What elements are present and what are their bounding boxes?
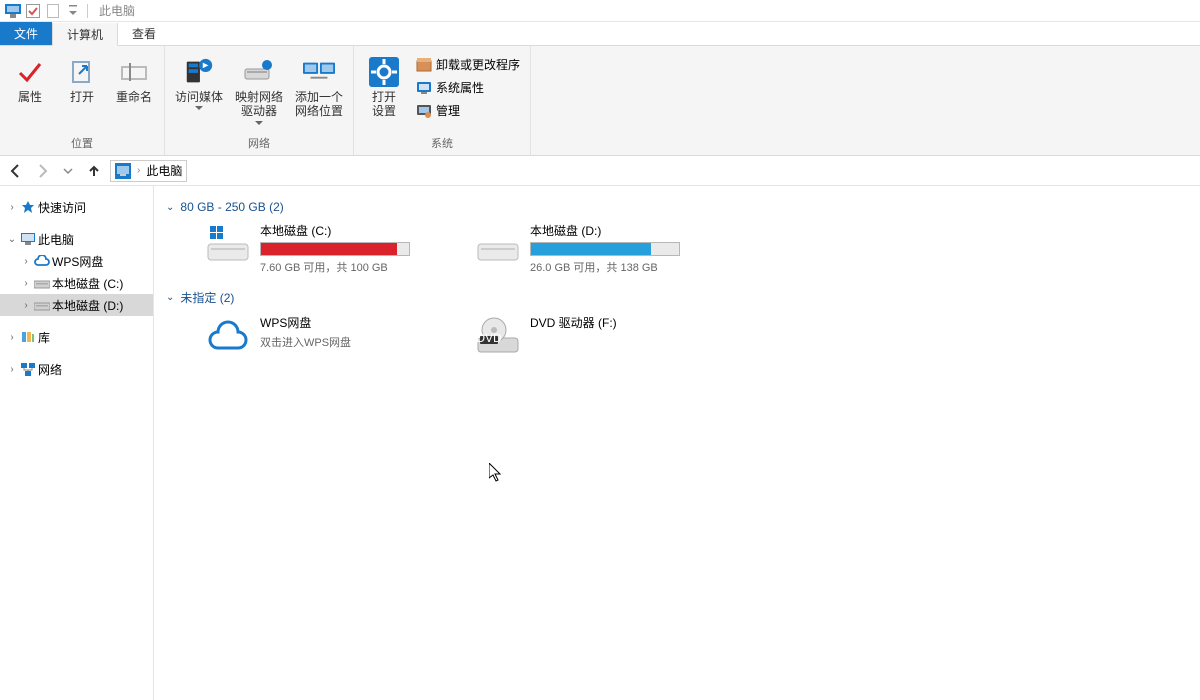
map-drive-button[interactable]: 映射网络 驱动器 bbox=[231, 52, 287, 129]
drive-free-space: 7.60 GB 可用，共 100 GB bbox=[260, 259, 456, 275]
chevron-right-icon[interactable]: › bbox=[137, 165, 140, 176]
chevron-down-icon[interactable]: ⌄ bbox=[6, 234, 18, 245]
wps-cloud-item[interactable]: WPS网盘 双击进入WPS网盘 bbox=[206, 314, 456, 358]
computer-icon bbox=[115, 163, 131, 179]
qat-checkbox-icon[interactable] bbox=[24, 2, 42, 20]
cloud-icon bbox=[206, 314, 250, 358]
window-title: 此电脑 bbox=[99, 2, 135, 19]
monitor-icon bbox=[416, 80, 432, 96]
settings-gear-icon bbox=[368, 56, 400, 88]
dvd-drive-icon: DVD bbox=[476, 314, 520, 358]
item-name: WPS网盘 bbox=[260, 314, 456, 331]
drive-c[interactable]: 本地磁盘 (C:) 7.60 GB 可用，共 100 GB bbox=[206, 222, 456, 275]
chevron-down-icon bbox=[195, 106, 203, 110]
tree-network[interactable]: › 网络 bbox=[0, 358, 153, 380]
title-bar: 此电脑 bbox=[0, 0, 1200, 22]
open-button[interactable]: 打开 bbox=[58, 52, 106, 108]
tab-view[interactable]: 查看 bbox=[118, 22, 170, 45]
group-header-unspecified[interactable]: ⌄ 未指定 (2) bbox=[166, 289, 1188, 306]
tree-disk-d[interactable]: › 本地磁盘 (D:) bbox=[0, 294, 153, 316]
libraries-icon bbox=[20, 329, 36, 345]
content-area[interactable]: ⌄ 80 GB - 250 GB (2) 本地磁盘 (C:) 7.60 GB 可… bbox=[154, 186, 1200, 700]
drive-windows-icon bbox=[206, 222, 250, 266]
open-settings-button[interactable]: 打开 设置 bbox=[360, 52, 408, 123]
item-name: DVD 驱动器 (F:) bbox=[530, 314, 726, 331]
tree-disk-c[interactable]: › 本地磁盘 (C:) bbox=[0, 272, 153, 294]
group-label-location: 位置 bbox=[6, 135, 158, 155]
qat-document-icon[interactable] bbox=[44, 2, 62, 20]
tree-libraries[interactable]: › 库 bbox=[0, 326, 153, 348]
manage-icon bbox=[416, 103, 432, 119]
drive-icon bbox=[476, 222, 520, 266]
chevron-right-icon[interactable]: › bbox=[20, 256, 32, 267]
address-bar[interactable]: › 此电脑 bbox=[110, 160, 187, 182]
check-icon bbox=[14, 56, 46, 88]
chevron-right-icon[interactable]: › bbox=[20, 278, 32, 289]
usage-bar bbox=[260, 242, 410, 256]
svg-text:DVD: DVD bbox=[476, 331, 502, 345]
drive-name: 本地磁盘 (D:) bbox=[530, 222, 726, 239]
tab-computer[interactable]: 计算机 bbox=[52, 23, 118, 46]
tree-this-pc[interactable]: ⌄ 此电脑 bbox=[0, 228, 153, 250]
breadcrumb-this-pc[interactable]: 此电脑 bbox=[146, 162, 182, 179]
monitors-icon bbox=[303, 56, 335, 88]
computer-icon bbox=[20, 231, 36, 247]
star-icon bbox=[20, 199, 36, 215]
chevron-right-icon[interactable]: › bbox=[6, 332, 18, 343]
item-sub: 双击进入WPS网盘 bbox=[260, 334, 456, 350]
tree-wps[interactable]: › WPS网盘 bbox=[0, 250, 153, 272]
drive-free-space: 26.0 GB 可用，共 138 GB bbox=[530, 259, 726, 275]
ribbon: 属性 打开 重命名 位置 访问媒体 bbox=[0, 46, 1200, 156]
nav-forward-button[interactable] bbox=[32, 161, 52, 181]
properties-button[interactable]: 属性 bbox=[6, 52, 54, 108]
media-server-icon bbox=[183, 56, 215, 88]
tree-quick-access[interactable]: › 快速访问 bbox=[0, 196, 153, 218]
chevron-right-icon[interactable]: › bbox=[20, 300, 32, 311]
open-icon bbox=[66, 56, 98, 88]
navigation-tree: › 快速访问 ⌄ 此电脑 › WPS网盘 › 本地磁盘 (C:) › 本地磁盘 … bbox=[0, 186, 154, 700]
add-network-location-button[interactable]: 添加一个 网络位置 bbox=[291, 52, 347, 123]
chevron-right-icon[interactable]: › bbox=[6, 202, 18, 213]
qat-dropdown-icon[interactable] bbox=[64, 2, 82, 20]
drive-icon bbox=[34, 297, 50, 313]
drive-network-icon bbox=[243, 56, 275, 88]
group-label-network: 网络 bbox=[171, 135, 347, 155]
chevron-down-icon: ⌄ bbox=[166, 202, 174, 213]
drive-name: 本地磁盘 (C:) bbox=[260, 222, 456, 239]
chevron-down-icon bbox=[255, 121, 263, 125]
app-icon bbox=[4, 2, 22, 20]
ribbon-group-network: 访问媒体 映射网络 驱动器 添加一个 网络位置 网络 bbox=[165, 46, 354, 155]
ribbon-tabs: 文件 计算机 查看 bbox=[0, 22, 1200, 46]
rename-button[interactable]: 重命名 bbox=[110, 52, 158, 108]
system-properties-button[interactable]: 系统属性 bbox=[412, 77, 524, 98]
access-media-button[interactable]: 访问媒体 bbox=[171, 52, 227, 114]
rename-icon bbox=[118, 56, 150, 88]
network-icon bbox=[20, 361, 36, 377]
group-label-system: 系统 bbox=[360, 135, 524, 155]
group-header-drives[interactable]: ⌄ 80 GB - 250 GB (2) bbox=[166, 200, 1188, 214]
separator bbox=[87, 4, 88, 18]
nav-up-button[interactable] bbox=[84, 161, 104, 181]
manage-button[interactable]: 管理 bbox=[412, 100, 524, 121]
uninstall-programs-button[interactable]: 卸载或更改程序 bbox=[412, 54, 524, 75]
cloud-icon bbox=[34, 253, 50, 269]
drive-d[interactable]: 本地磁盘 (D:) 26.0 GB 可用，共 138 GB bbox=[476, 222, 726, 275]
nav-recent-dropdown[interactable] bbox=[58, 161, 78, 181]
usage-bar bbox=[530, 242, 680, 256]
tab-file[interactable]: 文件 bbox=[0, 22, 52, 45]
chevron-right-icon[interactable]: › bbox=[6, 364, 18, 375]
dvd-drive-item[interactable]: DVD DVD 驱动器 (F:) bbox=[476, 314, 726, 358]
ribbon-group-location: 属性 打开 重命名 位置 bbox=[0, 46, 165, 155]
drive-icon bbox=[34, 275, 50, 291]
box-icon bbox=[416, 57, 432, 73]
ribbon-group-system: 打开 设置 卸载或更改程序 系统属性 管理 系统 bbox=[354, 46, 531, 155]
navigation-bar: › 此电脑 bbox=[0, 156, 1200, 186]
chevron-down-icon: ⌄ bbox=[166, 292, 174, 303]
nav-back-button[interactable] bbox=[6, 161, 26, 181]
